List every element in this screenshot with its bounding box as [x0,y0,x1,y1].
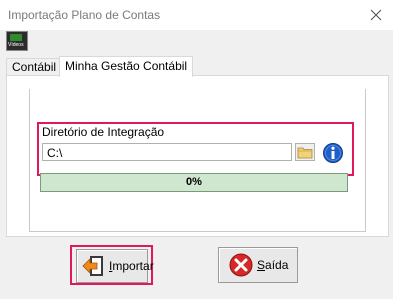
exit-x-icon [229,253,253,277]
exit-button[interactable]: Saída [218,247,298,283]
import-arrow-icon [81,254,105,278]
integration-directory-field[interactable]: C:\ [42,143,292,161]
progress-bar: 0% [40,173,348,192]
tab-contabil[interactable]: Contábil [6,58,63,76]
import-button[interactable]: Importar [76,249,154,283]
integration-directory-highlight: Diretório de Integração C:\ [37,122,354,176]
progress-text: 0% [186,176,202,188]
video-icon [10,34,22,41]
browse-folder-button[interactable] [295,143,315,161]
import-label: Importar [109,259,154,273]
tab-minha-gestao-contabil[interactable]: Minha Gestão Contábil [59,56,194,77]
close-icon [370,9,382,21]
close-button[interactable] [359,0,393,30]
window-title: Importação Plano de Contas [8,8,161,22]
info-button[interactable] [322,142,344,164]
integration-directory-label: Diretório de Integração [42,125,165,139]
exit-label: Saída [257,258,289,272]
title-bar: Importação Plano de Contas [0,0,393,30]
folder-icon [297,147,313,158]
videos-label: Vídeos [8,42,24,48]
info-icon [323,143,343,163]
videos-button[interactable]: Vídeos [6,31,28,51]
